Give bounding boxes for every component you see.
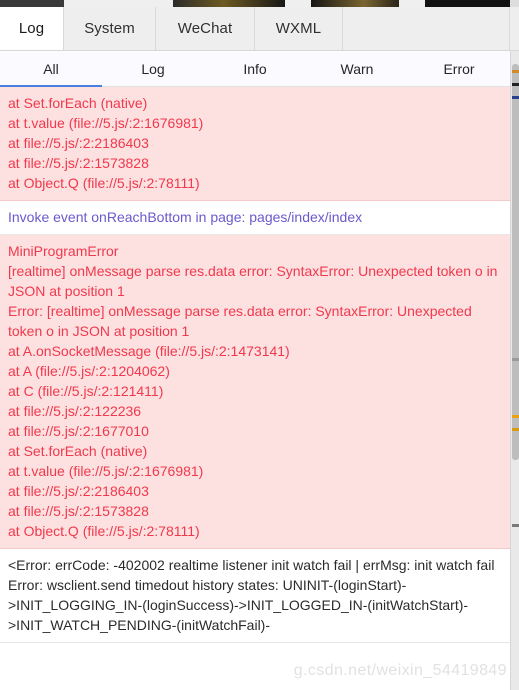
console-entry[interactable]: <Error: errCode: -402002 realtime listen…	[0, 549, 510, 643]
tab-system-label: System	[84, 20, 135, 37]
tab-wxml[interactable]: WXML	[255, 7, 343, 50]
scrollbar-marker[interactable]	[512, 357, 519, 361]
sliver-segment	[285, 0, 311, 7]
devtools-console-panel: Log System WeChat WXML All Log Info Warn…	[0, 0, 519, 690]
tab-system[interactable]: System	[64, 7, 156, 50]
tab-wxml-label: WXML	[275, 20, 322, 37]
filter-log-label: Log	[141, 60, 165, 77]
scrollbar-marker[interactable]	[512, 428, 519, 431]
sliver-segment	[510, 0, 519, 7]
cropped-content-sliver	[0, 0, 519, 7]
tab-log-label: Log	[18, 20, 45, 37]
tab-wechat[interactable]: WeChat	[156, 7, 255, 50]
sliver-segment	[64, 0, 173, 7]
filter-log[interactable]: Log	[102, 51, 204, 86]
sliver-segment	[173, 0, 285, 7]
filter-error-label: Error	[443, 60, 475, 77]
tabbar-empty-area	[343, 7, 510, 50]
filter-info[interactable]: Info	[204, 51, 306, 86]
scrollbar-marker[interactable]	[512, 70, 519, 74]
filter-error[interactable]: Error	[408, 51, 510, 86]
scrollbar-thumb[interactable]	[512, 63, 519, 460]
filter-all-label: All	[43, 60, 59, 77]
sliver-segment	[311, 0, 399, 7]
filter-warn[interactable]: Warn	[306, 51, 408, 86]
sliver-segment	[425, 0, 510, 7]
tab-wechat-label: WeChat	[177, 20, 233, 37]
filter-info-label: Info	[243, 60, 267, 77]
scrollbar-marker[interactable]	[512, 415, 519, 419]
tabbar-gutter	[510, 7, 519, 50]
scrollbar-marker[interactable]	[512, 523, 519, 527]
filter-all[interactable]: All	[0, 51, 102, 87]
console-entry[interactable]: Invoke event onReachBottom in page: page…	[0, 201, 510, 235]
panel-tabbar: Log System WeChat WXML	[0, 7, 519, 51]
sliver-segment	[0, 0, 64, 7]
log-level-filterbar: All Log Info Warn Error	[0, 51, 519, 87]
scrollbar-marker[interactable]	[512, 82, 519, 86]
console-entry[interactable]: at Set.forEach (native) at t.value (file…	[0, 87, 510, 201]
filter-warn-label: Warn	[340, 60, 374, 77]
console-entry[interactable]: MiniProgramError [realtime] onMessage pa…	[0, 235, 510, 549]
tab-log[interactable]: Log	[0, 7, 64, 50]
console-output-list[interactable]: at Set.forEach (native) at t.value (file…	[0, 87, 519, 690]
console-scrollbar[interactable]	[510, 51, 519, 690]
scrollbar-marker[interactable]	[512, 95, 519, 99]
sliver-segment	[399, 0, 425, 7]
